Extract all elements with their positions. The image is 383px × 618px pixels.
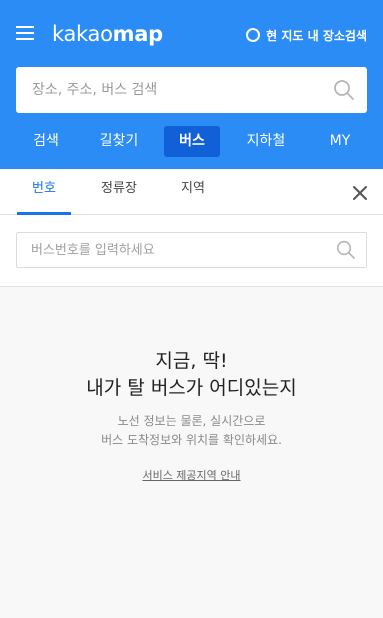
service-area-link[interactable]: 서비스 제공지역 안내 [142,469,240,482]
search-input[interactable] [32,82,333,98]
header: kakaomap 현 지도 내 장소검색 검색 길찾기 버스 지하철 MY [0,0,383,169]
tab-subway[interactable]: 지하철 [236,126,296,157]
tab-my[interactable]: MY [314,126,366,157]
search-icon[interactable] [333,79,355,101]
tab-directions[interactable]: 길찾기 [89,126,149,157]
service-area-link-wrap: 서비스 제공지역 안내 [0,467,383,483]
map-area-search-toggle[interactable]: 현 지도 내 장소검색 [246,26,367,44]
description-line-2: 버스 도착정보와 위치를 확인하세요. [101,433,282,447]
bus-number-field [16,232,367,268]
empty-state: 지금, 딱! 내가 탈 버스가 어디있는지 노선 정보는 물론, 실시간으로 버… [0,288,383,618]
close-icon[interactable] [352,185,368,201]
subtab-stop[interactable]: 정류장 [88,169,150,215]
logo-map: map [112,22,163,46]
logo[interactable]: kakaomap [52,21,163,47]
map-area-search-label: 현 지도 내 장소검색 [266,28,367,43]
subtab-number[interactable]: 번호 [17,169,71,215]
tab-bus[interactable]: 버스 [164,126,220,157]
search-box [16,67,367,113]
menu-icon[interactable] [16,25,34,41]
headline-line-2: 내가 탈 버스가 어디있는지 [86,377,297,399]
bus-search-area [0,215,383,287]
tab-search[interactable]: 검색 [18,126,74,157]
bus-number-input[interactable] [31,242,336,258]
empty-state-headline: 지금, 딱! 내가 탈 버스가 어디있는지 [0,348,383,402]
subtab-region[interactable]: 지역 [166,169,220,215]
main-tabs: 검색 길찾기 버스 지하철 MY [0,126,383,157]
search-icon[interactable] [336,240,356,260]
description-line-1: 노선 정보는 물론, 실시간으로 [117,414,266,428]
logo-kakao: kakao [52,22,113,46]
empty-state-description: 노선 정보는 물론, 실시간으로 버스 도착정보와 위치를 확인하세요. [0,412,383,450]
radio-icon [246,28,261,42]
headline-line-1: 지금, 딱! [155,350,228,372]
sub-tabs: 번호 정류장 지역 [0,169,383,215]
